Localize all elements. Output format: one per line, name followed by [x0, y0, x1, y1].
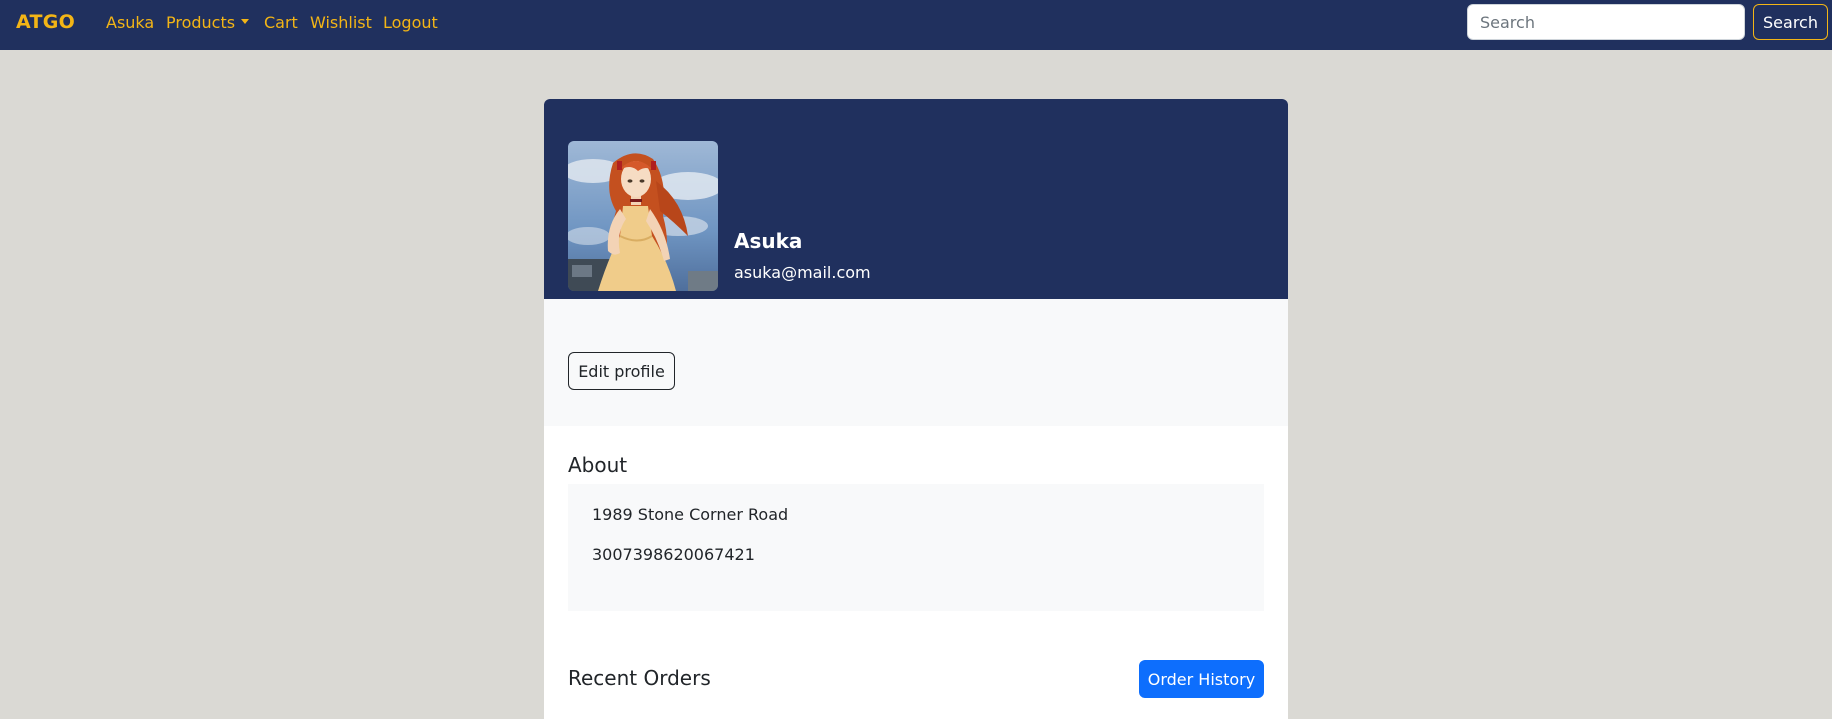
address-text: 1989 Stone Corner Road [592, 505, 789, 524]
nav-link-wishlist[interactable]: Wishlist [310, 13, 372, 32]
user-avatar-image [568, 141, 718, 291]
search-button[interactable]: Search [1753, 4, 1828, 40]
brand-logo[interactable]: ATGO [16, 11, 75, 33]
edit-profile-button[interactable]: Edit profile [568, 352, 675, 390]
card-number-text: 3007398620067421 [592, 545, 755, 564]
nav-dropdown-products[interactable]: Products [166, 13, 250, 32]
nav-link-profile[interactable]: Asuka [106, 13, 154, 32]
caret-down-icon [241, 19, 250, 24]
top-navbar: ATGO Asuka Products Cart Wishlist Logout… [0, 0, 1832, 50]
nav-link-cart[interactable]: Cart [264, 13, 298, 32]
about-section: 1989 Stone Corner Road 3007398620067421 [568, 484, 1264, 611]
recent-orders-heading: Recent Orders [568, 666, 711, 690]
search-input[interactable] [1467, 4, 1745, 40]
profile-email: asuka@mail.com [734, 263, 871, 282]
profile-name: Asuka [734, 229, 803, 253]
profile-header: Asuka asuka@mail.com [544, 99, 1288, 299]
nav-link-products-label: Products [166, 13, 236, 32]
about-heading: About [568, 453, 628, 477]
nav-link-logout[interactable]: Logout [383, 13, 438, 32]
profile-card: Asuka asuka@mail.com Edit profile About … [544, 99, 1288, 719]
order-history-button[interactable]: Order History [1139, 660, 1264, 698]
profile-actions: Edit profile [544, 299, 1288, 426]
